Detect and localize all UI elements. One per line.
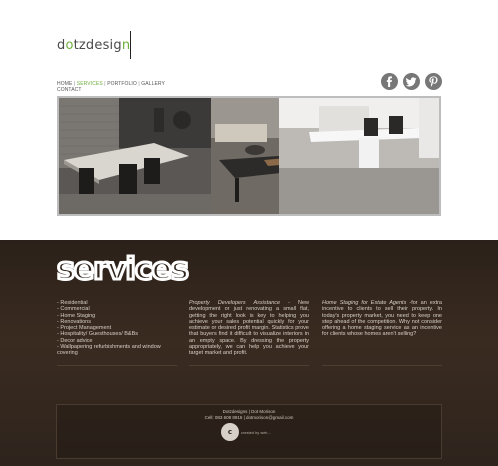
estate-agents-paragraph: Home Staging for Estate Agents -for an e… xyxy=(322,300,442,338)
footer-logo-text: c xyxy=(227,428,233,436)
footer-contact[interactable]: Cell: 083 608 8916 | dotmorison@gmail.co… xyxy=(0,415,498,420)
list-item: Wallpapering refurbishments and window c… xyxy=(57,344,177,357)
nav-contact[interactable]: CONTACT xyxy=(57,87,82,93)
estate-agents-heading: Home Staging for Estate Agents xyxy=(322,300,407,306)
footer-logo-icon[interactable]: c xyxy=(221,423,239,441)
logo-text-n: n xyxy=(121,38,131,53)
twitter-icon[interactable] xyxy=(403,73,420,90)
services-list-column: Residential Commercial Home Staging Reno… xyxy=(57,300,177,357)
column-divider xyxy=(189,365,309,366)
logo-divider xyxy=(130,31,131,59)
logo-text-o: o xyxy=(65,38,74,53)
hero-banner-image xyxy=(57,96,441,216)
estate-agents-text: -for an extra incentive to clients to se… xyxy=(322,300,442,338)
developers-paragraph: Property Developers Assistance - New dev… xyxy=(189,300,309,357)
developers-column: Property Developers Assistance - New dev… xyxy=(189,300,309,357)
main-nav: HOME | SERVICES | PORTFOLIO | GALLERY CO… xyxy=(57,81,167,93)
estate-agents-column: Home Staging for Estate Agents -for an e… xyxy=(322,300,442,338)
column-divider xyxy=(57,365,177,366)
footer-credit[interactable]: created by web... xyxy=(241,431,271,435)
developers-heading: Property Developers Assistance xyxy=(189,300,281,306)
site-logo[interactable]: dotzdesign xyxy=(57,38,130,53)
developers-text: - New development or just renovating a s… xyxy=(189,300,309,357)
column-divider xyxy=(322,365,442,366)
logo-text-main: tzdesig xyxy=(73,38,122,53)
nav-portfolio[interactable]: PORTFOLIO xyxy=(107,81,137,87)
facebook-icon[interactable] xyxy=(381,73,398,90)
pinterest-icon[interactable] xyxy=(425,73,442,90)
services-heading: services xyxy=(57,253,190,285)
svg-text:services: services xyxy=(57,253,188,285)
nav-gallery[interactable]: GALLERY xyxy=(141,81,165,87)
footer-name: Dotzdesigns | Dot Morison xyxy=(222,409,276,414)
services-list: Residential Commercial Home Staging Reno… xyxy=(57,300,177,357)
